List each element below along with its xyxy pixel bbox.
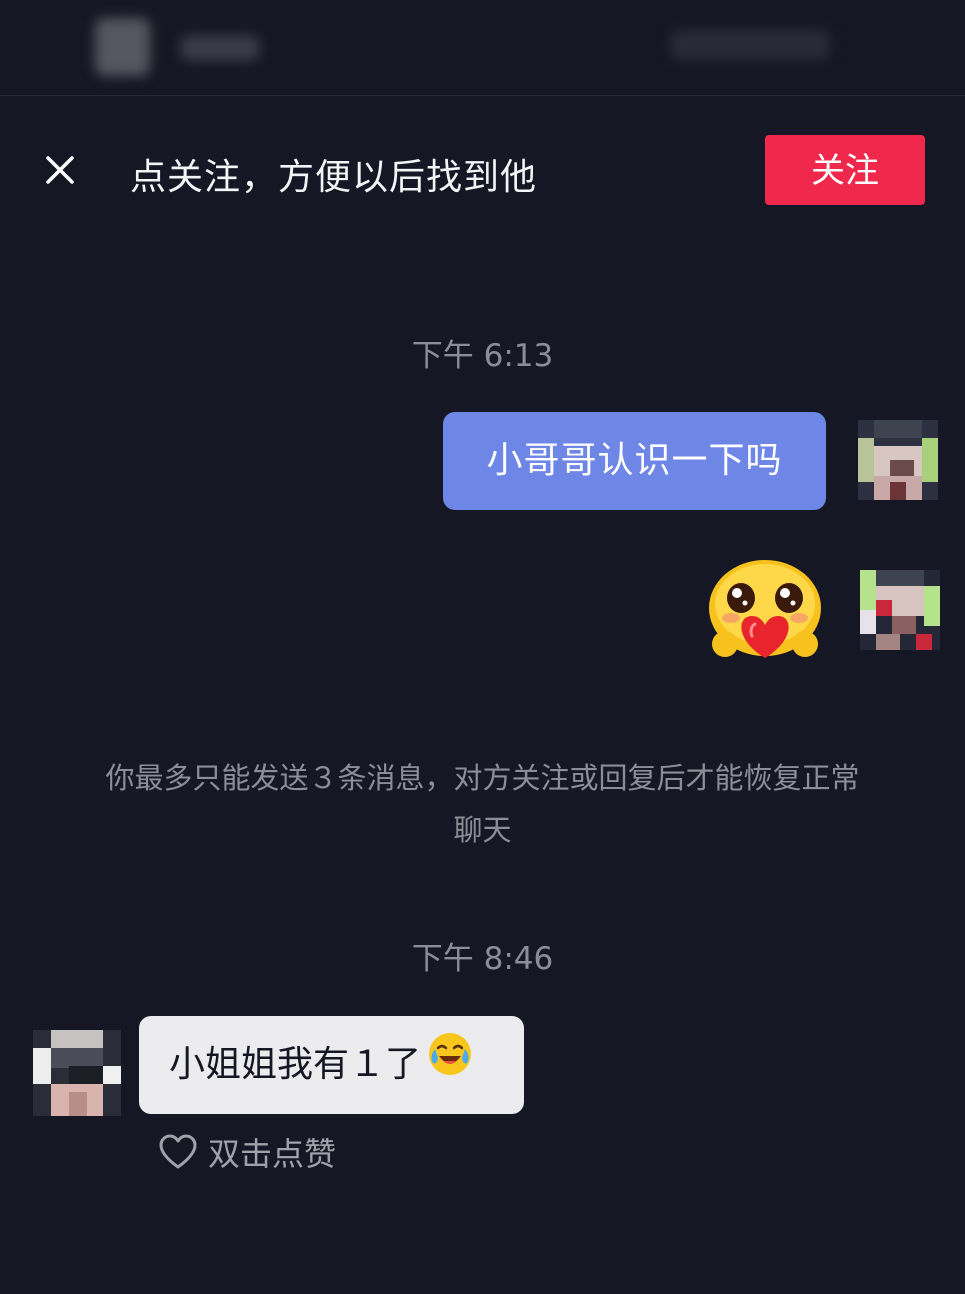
incoming-message-bubble[interactable]: 小姐姐我有１了	[139, 1016, 524, 1114]
heart-outline-icon	[159, 1134, 197, 1169]
crying-laughing-face-icon	[427, 1017, 473, 1115]
blushing-heart-face-sticker[interactable]	[705, 558, 825, 663]
timestamp: 下午 6:13	[411, 338, 554, 374]
like-label: 双击点赞	[208, 1135, 337, 1173]
avatar[interactable]	[858, 420, 938, 500]
top-bar	[0, 0, 965, 96]
message-limit-notice: 你最多只能发送３条消息，对方关注或回复后才能恢复正常聊天	[105, 761, 860, 847]
like-button[interactable]: 双击点赞	[158, 1130, 336, 1174]
close-icon[interactable]	[40, 150, 80, 190]
incoming-message-text: 小姐姐我有１了	[169, 1044, 422, 1085]
outgoing-message-bubble[interactable]: 小哥哥认识一下吗	[443, 412, 826, 510]
avatar[interactable]	[860, 570, 940, 650]
blurred-name	[180, 35, 260, 61]
follow-button[interactable]: 关注	[765, 135, 925, 205]
blurred-status	[670, 30, 830, 60]
blurred-avatar	[95, 18, 150, 76]
follow-prompt: 点关注，方便以后找到他	[130, 157, 538, 198]
avatar[interactable]	[33, 1030, 121, 1116]
timestamp: 下午 8:46	[411, 941, 554, 977]
